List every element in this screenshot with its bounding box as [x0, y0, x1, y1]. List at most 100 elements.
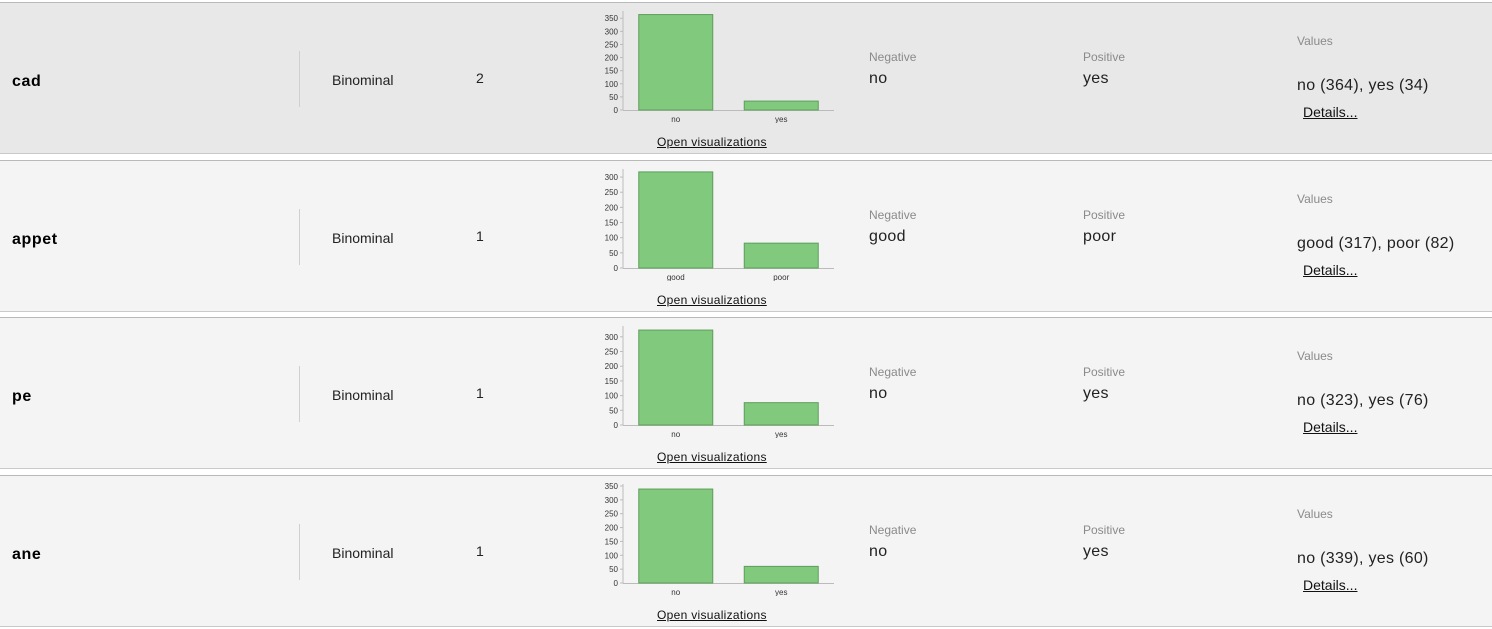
y-tick-label: 0	[614, 421, 619, 430]
bar-poor	[743, 242, 819, 269]
column-divider	[299, 524, 300, 580]
y-tick-label: 300	[605, 27, 619, 36]
attribute-name: pe	[12, 388, 32, 405]
negative-value: no	[869, 543, 888, 560]
values-label: Values	[1297, 34, 1333, 48]
y-tick-label: 150	[605, 67, 619, 76]
positive-value: yes	[1083, 70, 1109, 87]
bar-no	[638, 488, 714, 584]
x-tick-label: no	[671, 115, 680, 123]
y-tick-label: 150	[605, 537, 619, 546]
y-tick-label: 300	[605, 496, 619, 505]
bar-yes	[743, 402, 819, 426]
bar-chart-svg: 0 50 100 150 200 250 300 350 no yes	[605, 482, 834, 596]
attribute-name: ane	[12, 546, 42, 563]
y-tick-label: 200	[605, 362, 619, 371]
attribute-row-appet[interactable]: appet Binominal 1 0 50 100 150 200 250 300 good…	[0, 160, 1492, 312]
x-tick-label: no	[671, 588, 680, 596]
positive-value: poor	[1083, 228, 1117, 245]
attribute-name: cad	[12, 73, 42, 90]
bar-chart-svg: 0 50 100 150 200 250 300 no yes	[605, 326, 834, 438]
missing-count: 2	[476, 70, 484, 86]
bar-good	[638, 171, 714, 269]
attribute-type: Binominal	[332, 72, 394, 88]
column-divider	[299, 366, 300, 422]
negative-label: Negative	[869, 50, 917, 64]
open-visualizations-link[interactable]: Open visualizations	[657, 608, 767, 622]
negative-value: no	[869, 70, 888, 87]
x-tick-label: poor	[773, 273, 789, 281]
value-distribution-chart: 0 50 100 150 200 250 300 good poor	[596, 165, 840, 281]
positive-label: Positive	[1083, 50, 1126, 64]
y-tick-label: 200	[605, 524, 619, 533]
bar-chart-svg: 0 50 100 150 200 250 300 good poor	[605, 169, 834, 281]
negative-value: no	[869, 385, 888, 402]
y-tick-label: 250	[605, 188, 619, 197]
y-tick-label: 250	[605, 348, 619, 357]
details-link[interactable]: Details...	[1303, 262, 1357, 278]
y-tick-label: 100	[605, 234, 619, 243]
y-tick-label: 50	[609, 93, 618, 102]
y-tick-label: 200	[605, 54, 619, 63]
y-tick-label: 100	[605, 80, 619, 89]
attribute-row-pe[interactable]: pe Binominal 1 0 50 100 150 200 250 300 no yes O…	[0, 317, 1492, 469]
value-distribution-chart: 0 50 100 150 200 250 300 350 no yes	[596, 7, 840, 123]
missing-count: 1	[476, 385, 484, 401]
values-summary: no (339), yes (60)	[1297, 550, 1429, 567]
missing-count: 1	[476, 228, 484, 244]
y-tick-label: 100	[605, 392, 619, 401]
attribute-type: Binominal	[332, 387, 394, 403]
bar-no	[638, 329, 714, 426]
y-tick-label: 0	[614, 579, 619, 588]
y-tick-label: 250	[605, 510, 619, 519]
y-tick-label: 200	[605, 203, 619, 212]
column-divider	[299, 209, 300, 265]
positive-label: Positive	[1083, 365, 1126, 379]
values-summary: no (364), yes (34)	[1297, 77, 1429, 94]
attribute-row-ane[interactable]: ane Binominal 1 0 50 100 150 200 250 300 350 no y…	[0, 475, 1492, 627]
x-tick-label: yes	[775, 115, 787, 123]
y-tick-label: 350	[605, 14, 619, 23]
values-summary: no (323), yes (76)	[1297, 392, 1429, 409]
y-tick-label: 300	[605, 173, 619, 182]
value-distribution-chart: 0 50 100 150 200 250 300 no yes	[596, 322, 840, 438]
y-tick-label: 150	[605, 377, 619, 386]
y-tick-label: 150	[605, 219, 619, 228]
y-tick-label: 50	[609, 406, 618, 415]
positive-label: Positive	[1083, 208, 1126, 222]
y-tick-label: 0	[614, 106, 619, 115]
attribute-row-cad[interactable]: cad Binominal 2 0 50 100 150 200 250 300 350 no y…	[0, 2, 1492, 154]
x-tick-label: yes	[775, 588, 787, 596]
attribute-type: Binominal	[332, 230, 394, 246]
bar-no	[638, 14, 714, 111]
column-divider	[299, 51, 300, 107]
positive-value: yes	[1083, 543, 1109, 560]
value-distribution-chart: 0 50 100 150 200 250 300 350 no yes	[596, 480, 840, 596]
positive-value: yes	[1083, 385, 1109, 402]
values-summary: good (317), poor (82)	[1297, 235, 1455, 252]
negative-label: Negative	[869, 365, 917, 379]
y-tick-label: 50	[609, 249, 618, 258]
bar-yes	[743, 100, 819, 111]
attribute-type: Binominal	[332, 545, 394, 561]
negative-label: Negative	[869, 523, 917, 537]
open-visualizations-link[interactable]: Open visualizations	[657, 293, 767, 307]
missing-count: 1	[476, 543, 484, 559]
y-tick-label: 250	[605, 40, 619, 49]
open-visualizations-link[interactable]: Open visualizations	[657, 135, 767, 149]
y-tick-label: 100	[605, 551, 619, 560]
details-link[interactable]: Details...	[1303, 577, 1357, 593]
y-tick-label: 0	[614, 264, 619, 273]
details-link[interactable]: Details...	[1303, 104, 1357, 120]
x-tick-label: no	[671, 430, 680, 438]
negative-value: good	[869, 228, 906, 245]
bar-yes	[743, 565, 819, 584]
values-label: Values	[1297, 192, 1333, 206]
y-tick-label: 300	[605, 333, 619, 342]
open-visualizations-link[interactable]: Open visualizations	[657, 450, 767, 464]
positive-label: Positive	[1083, 523, 1126, 537]
values-label: Values	[1297, 349, 1333, 363]
details-link[interactable]: Details...	[1303, 419, 1357, 435]
values-label: Values	[1297, 507, 1333, 521]
attribute-name: appet	[12, 231, 58, 248]
